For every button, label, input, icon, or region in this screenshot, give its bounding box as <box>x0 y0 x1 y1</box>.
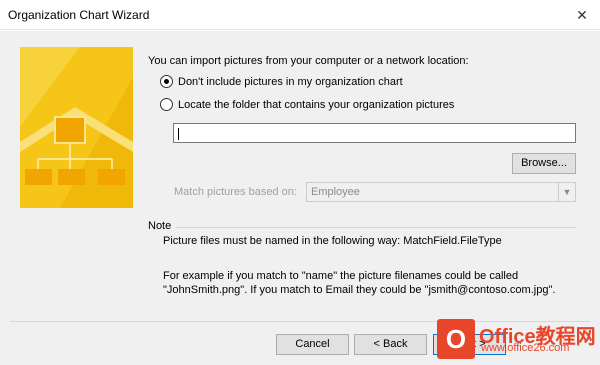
text-caret <box>178 127 179 140</box>
note-divider <box>176 227 576 228</box>
match-select[interactable]: Employee ▼ <box>306 182 576 202</box>
radio-unchecked-icon[interactable] <box>160 98 173 111</box>
window-title: Organization Chart Wizard <box>8 8 150 22</box>
cancel-button[interactable]: Cancel <box>276 334 349 355</box>
radio-checked-icon[interactable] <box>160 75 173 88</box>
org-chart-illustration <box>20 47 133 208</box>
chevron-down-icon[interactable]: ▼ <box>558 183 575 201</box>
match-label: Match pictures based on: <box>174 186 297 198</box>
note-heading: Note <box>148 220 172 232</box>
match-select-value: Employee <box>311 186 360 198</box>
browse-button[interactable]: Browse... <box>512 153 576 174</box>
office-logo-icon: O <box>437 319 475 359</box>
option-locate-folder-label[interactable]: Locate the folder that contains your org… <box>178 99 454 111</box>
note-text: Picture files must be named in the follo… <box>163 235 502 247</box>
title-bar: Organization Chart Wizard ✕ <box>0 0 600 30</box>
note-example-line2: "JohnSmith.png". If you match to Email t… <box>163 284 556 296</box>
note-example-line1: For example if you match to "name" the p… <box>163 270 519 282</box>
close-icon[interactable]: ✕ <box>564 0 600 30</box>
note-example: For example if you match to "name" the p… <box>163 269 555 297</box>
option-no-pictures-label[interactable]: Don't include pictures in my organizatio… <box>178 76 403 88</box>
option-locate-folder[interactable]: Locate the folder that contains your org… <box>160 98 454 111</box>
folder-path-input[interactable] <box>173 123 576 143</box>
option-no-pictures[interactable]: Don't include pictures in my organizatio… <box>160 75 403 88</box>
back-button[interactable]: < Back <box>354 334 427 355</box>
intro-text: You can import pictures from your comput… <box>148 55 469 67</box>
watermark-url: www.office26.com <box>481 342 570 354</box>
